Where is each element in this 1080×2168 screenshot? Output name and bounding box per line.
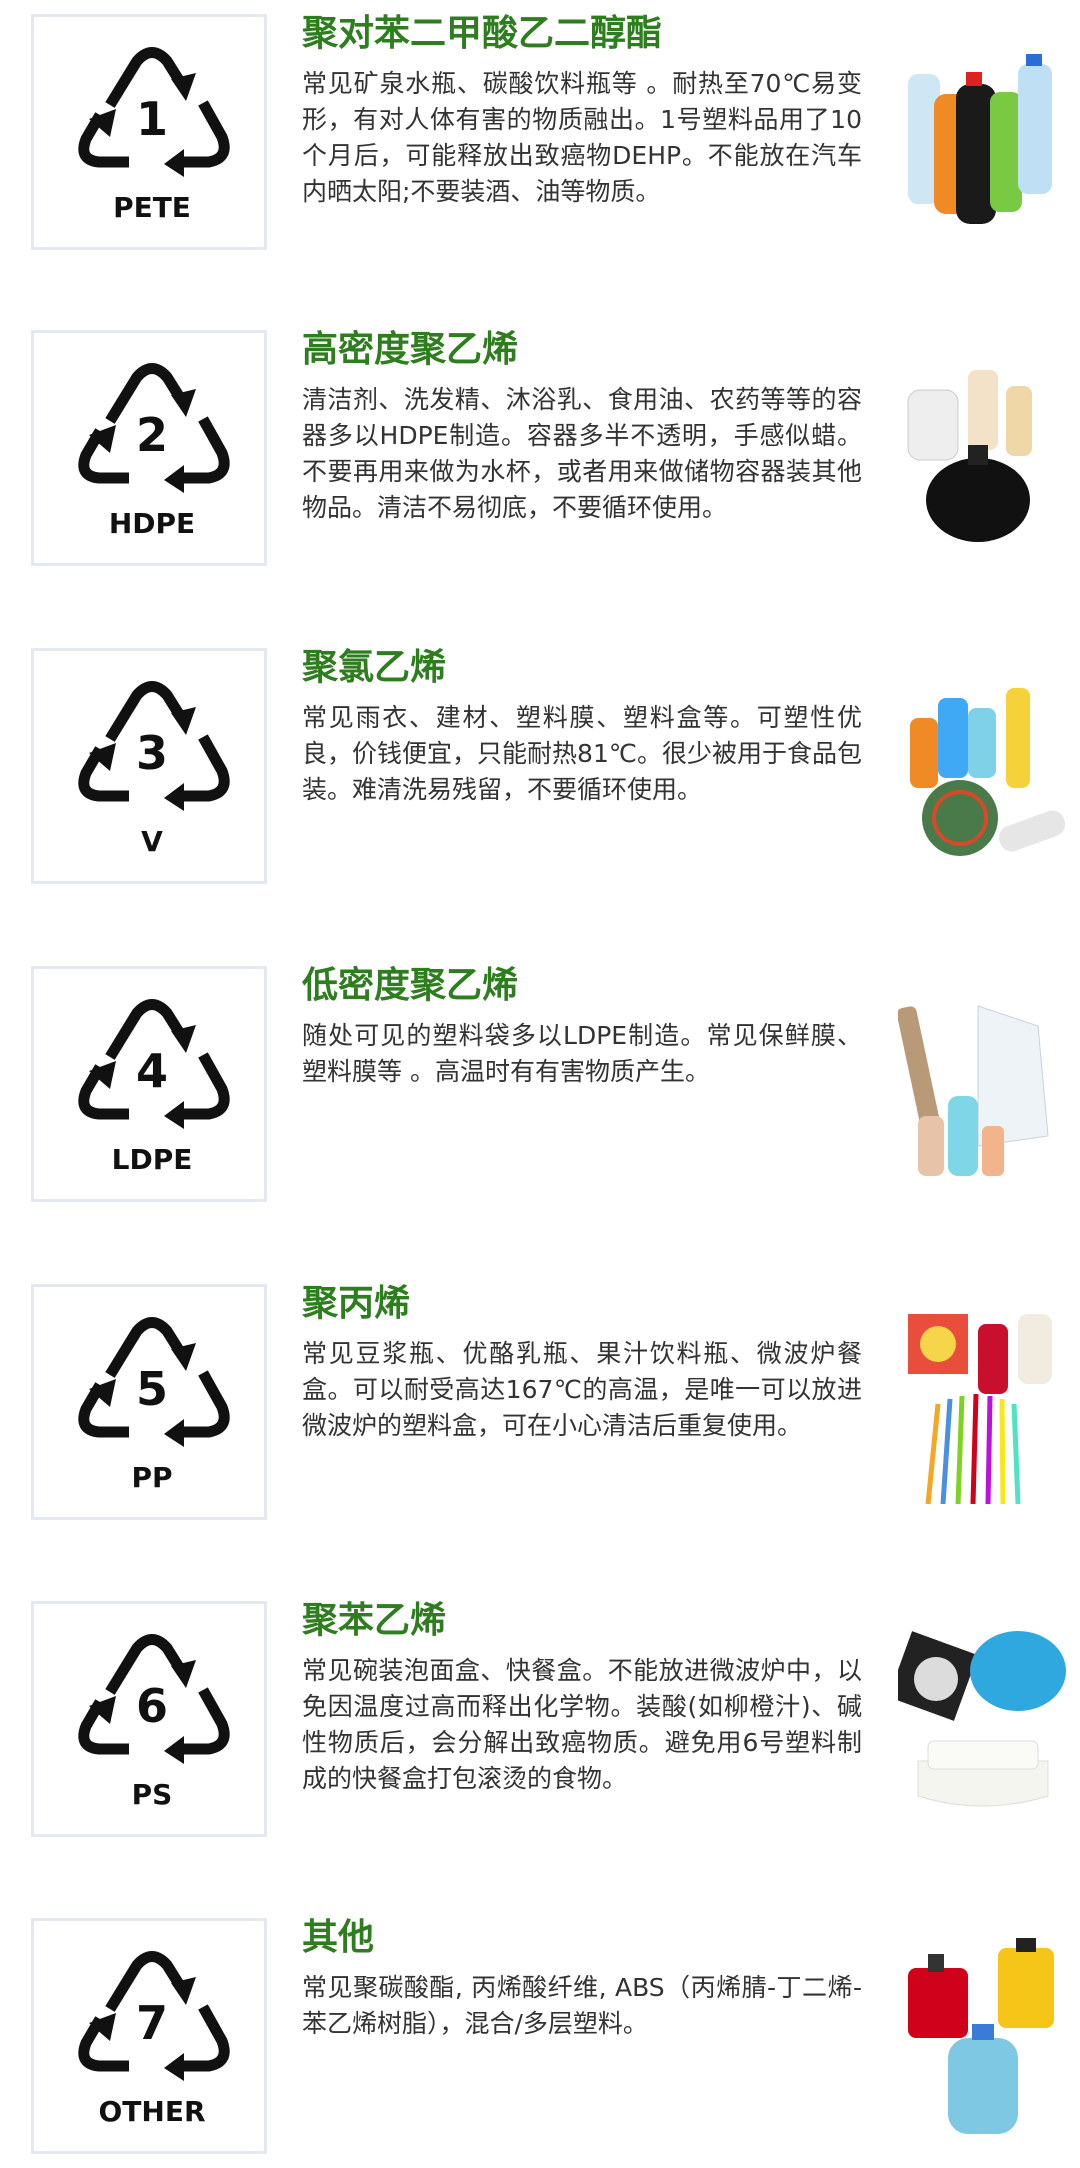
item-description: 常见碗装泡面盒、快餐盒。不能放进微波炉中，以免因温度过高而释出化学物。装酸(如柳… <box>302 1656 862 1793</box>
list-item: 7 OTHER 其他 常见聚碳酸酯, 丙烯酸纤维, ABS（丙烯腈-丁二烯-苯乙… <box>0 1917 1080 2168</box>
code-number: 6 <box>136 1679 168 1733</box>
code-label: OTHER <box>98 2095 205 2128</box>
item-title: 聚氯乙烯 <box>302 647 447 688</box>
ps-products-image <box>898 1631 1066 1807</box>
item-description: 常见豆浆瓶、优酪乳瓶、果汁饮料瓶、微波炉餐盒。可以耐受高达167℃的高温，是唯一… <box>302 1339 862 1440</box>
item-description: 常见雨衣、建材、塑料膜、塑料盒等。可塑性优良，价钱便宜，只能耐热81℃。很少被用… <box>302 703 862 804</box>
item-title: 聚对苯二甲酸乙二醇酯 <box>302 13 663 54</box>
recycling-triangle-icon: 6 PS <box>78 1634 230 1811</box>
code-label: PP <box>131 1461 172 1494</box>
recycling-code-box: 2 HDPE <box>31 330 267 566</box>
recycling-code-box: 6 PS <box>31 1601 267 1837</box>
other-products-image <box>908 1938 1054 2134</box>
recycling-triangle-icon: 1 PETE <box>78 47 230 224</box>
code-label: PETE <box>113 191 191 224</box>
item-title: 聚苯乙烯 <box>302 1600 447 1641</box>
item-description: 常见聚碳酸酯, 丙烯酸纤维, ABS（丙烯腈-丁二烯-苯乙烯树脂），混合/多层塑… <box>302 1973 862 2038</box>
list-item: 6 PS 聚苯乙烯 常见碗装泡面盒、快餐盒。不能放进微波炉中，以免因温度过高而释… <box>0 1600 1080 1851</box>
code-number: 3 <box>136 726 168 780</box>
item-title: 低密度聚乙烯 <box>302 965 519 1006</box>
code-number: 4 <box>136 1044 168 1098</box>
code-number: 1 <box>136 92 168 146</box>
item-title: 聚丙烯 <box>302 1283 411 1324</box>
code-label: V <box>141 825 163 858</box>
recycling-code-box: 3 V <box>31 648 267 884</box>
code-number: 5 <box>136 1362 168 1416</box>
ldpe-products-image <box>898 1005 1049 1176</box>
recycling-code-box: 5 PP <box>31 1284 267 1520</box>
code-label: HDPE <box>109 507 195 540</box>
list-item: 2 HDPE 高密度聚乙烯 清洁剂、洗发精、沐浴乳、食用油、农药等等的容器多以H… <box>0 329 1080 580</box>
item-description: 随处可见的塑料袋多以LDPE制造。常见保鲜膜、塑料膜等 。高温时有有害物质产生。 <box>302 1021 862 1086</box>
plastic-bottles-image <box>908 54 1052 224</box>
recycling-triangle-icon: 7 OTHER <box>78 1951 230 2128</box>
list-item: 1 PETE 聚对苯二甲酸乙二醇酯 常见矿泉水瓶、碳酸饮料瓶等 。耐热至70℃易… <box>0 13 1080 264</box>
item-description: 清洁剂、洗发精、沐浴乳、食用油、农药等等的容器多以HDPE制造。容器多半不透明，… <box>302 385 862 522</box>
recycling-triangle-icon: 3 V <box>78 681 230 858</box>
recycling-triangle-icon: 5 PP <box>78 1317 230 1494</box>
pvc-products-image <box>910 688 1066 856</box>
code-label: PS <box>132 1778 173 1811</box>
recycling-code-box: 7 OTHER <box>31 1918 267 2154</box>
list-item: 5 PP 聚丙烯 常见豆浆瓶、优酪乳瓶、果汁饮料瓶、微波炉餐盒。可以耐受高达16… <box>0 1283 1080 1534</box>
list-item: 3 V 聚氯乙烯 常见雨衣、建材、塑料膜、塑料盒等。可塑性优良，价钱便宜，只能耐… <box>0 647 1080 898</box>
recycling-triangle-icon: 4 LDPE <box>78 999 230 1176</box>
recycling-triangle-icon: 2 HDPE <box>78 363 230 540</box>
pp-products-image <box>908 1314 1052 1504</box>
list-item: 4 LDPE 低密度聚乙烯 随处可见的塑料袋多以LDPE制造。常见保鲜膜、塑料膜… <box>0 965 1080 1216</box>
code-number: 2 <box>136 408 168 462</box>
item-description: 常见矿泉水瓶、碳酸饮料瓶等 。耐热至70℃易变形，有对人体有害的物质融出。1号塑… <box>302 69 862 206</box>
recycling-code-box: 1 PETE <box>31 14 267 250</box>
recycling-code-box: 4 LDPE <box>31 966 267 1202</box>
plastic-code-list: 1 PETE 聚对苯二甲酸乙二醇酯 常见矿泉水瓶、碳酸饮料瓶等 。耐热至70℃易… <box>0 0 1080 2165</box>
code-label: LDPE <box>112 1143 193 1176</box>
item-title: 高密度聚乙烯 <box>302 329 519 370</box>
code-number: 7 <box>136 1996 168 2050</box>
detergent-containers-image <box>907 370 1032 542</box>
item-title: 其他 <box>302 1917 375 1958</box>
